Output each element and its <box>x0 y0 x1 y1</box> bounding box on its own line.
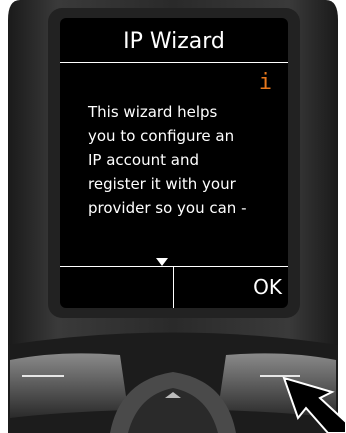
phone-handset: IP Wizard i This wizard helps you to con… <box>0 0 346 433</box>
info-icon: i <box>258 70 272 95</box>
description-line: you to configure an <box>88 127 235 145</box>
description-line: IP account and <box>88 151 199 169</box>
description-line: This wizard helps <box>88 103 218 121</box>
description-line: provider so you can - <box>88 199 247 217</box>
screen-title: IP Wizard <box>123 29 225 54</box>
ok-softkey-label[interactable]: OK <box>174 267 288 308</box>
left-softkey-label[interactable] <box>60 267 173 308</box>
title-divider <box>60 62 288 63</box>
wizard-description: This wizard helps you to configure an IP… <box>88 100 284 220</box>
phone-display: IP Wizard i This wizard helps you to con… <box>60 18 288 308</box>
left-softkey-button[interactable] <box>10 353 128 418</box>
description-line: register it with your <box>88 175 236 193</box>
scroll-down-arrow-icon[interactable] <box>156 258 168 266</box>
